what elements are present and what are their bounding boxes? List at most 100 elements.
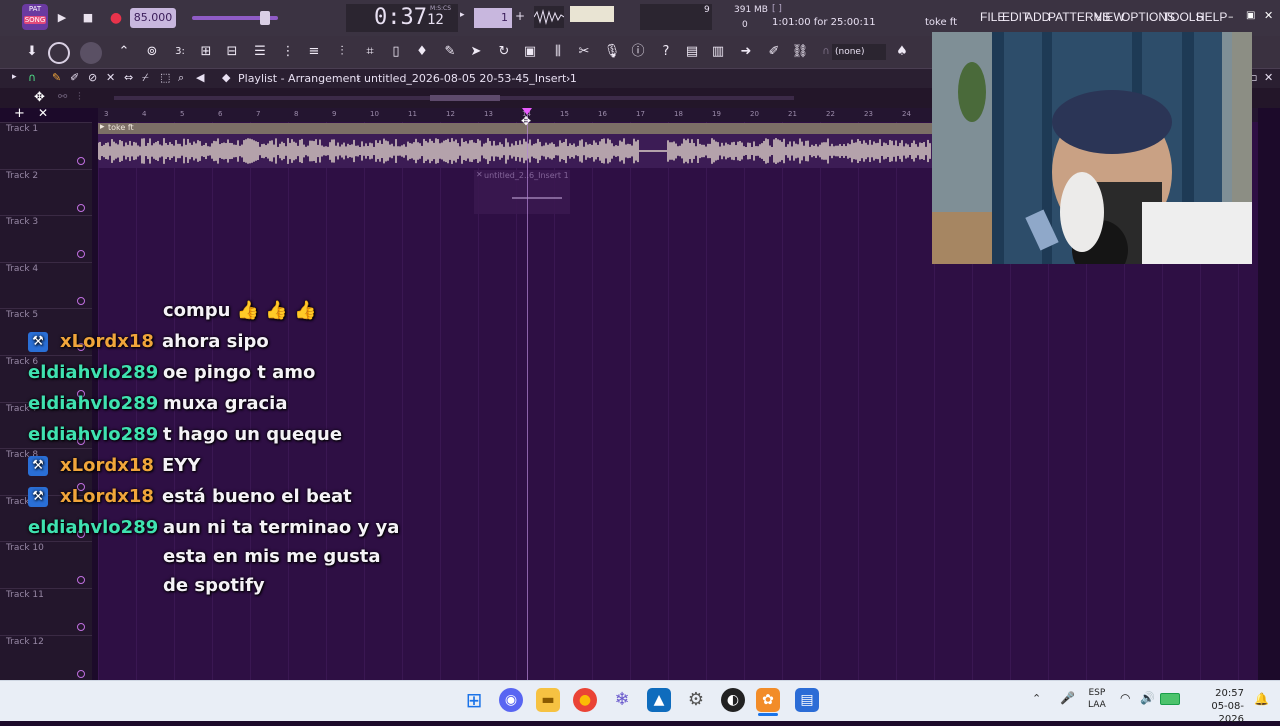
ghost-clip-close-icon[interactable]: ✕ [476, 170, 483, 179]
clip-play-icon: ▸ [100, 122, 105, 132]
slice-tool-icon[interactable]: ⌿ [142, 71, 149, 85]
sliders-icon[interactable]: ⫼ [548, 42, 568, 62]
photos-icon[interactable]: ▲ [647, 688, 671, 712]
fl-studio-icon[interactable]: ✿ [756, 688, 780, 712]
close-icon[interactable]: ✕ [1264, 9, 1273, 22]
pattern-selector[interactable]: 1 [474, 8, 512, 28]
step-edit-icon[interactable]: 3: [170, 42, 190, 62]
playlist-close-icon[interactable]: ✕ [1264, 71, 1273, 84]
channel-rack-icon[interactable]: ⋮ [278, 42, 298, 62]
stop-icon[interactable]: ■ [78, 8, 98, 28]
track-label[interactable]: Track 3 [6, 217, 38, 227]
bars-icon[interactable]: ⫶ [78, 90, 81, 104]
paint-tool-icon[interactable]: ✐ [70, 71, 79, 84]
menu-add[interactable]: ADD [1025, 10, 1050, 24]
playback-tool-icon[interactable]: ◀ [196, 71, 204, 84]
pitch-knob-icon[interactable] [80, 42, 102, 64]
link-chain-icon[interactable]: ⚯ [58, 90, 67, 103]
save-icon[interactable]: ⬇ [22, 42, 42, 62]
obs-icon[interactable]: ◐ [721, 688, 745, 712]
track-label[interactable]: Track 12 [6, 637, 44, 647]
loop-record-icon[interactable]: ⊟ [222, 42, 242, 62]
metronome-icon[interactable]: ⊚ [142, 42, 162, 62]
play-icon[interactable]: ▶ [52, 8, 72, 28]
audio-clip-body[interactable] [97, 134, 932, 168]
battery-icon[interactable] [1160, 693, 1180, 705]
remove-track-icon[interactable]: ✕ [38, 106, 48, 120]
path-arrow-icon[interactable]: › [566, 72, 570, 85]
piano-icon[interactable]: ▥ [708, 42, 728, 62]
cut-icon[interactable]: ✂ [574, 42, 594, 62]
snowflake-icon[interactable]: ❄ [610, 688, 634, 712]
discord-icon[interactable]: ◉ [499, 688, 523, 712]
language-indicator[interactable]: ESP LAA [1088, 687, 1106, 711]
refresh-icon[interactable]: ↻ [494, 42, 514, 62]
select-tool-icon[interactable]: ⬚ [160, 71, 170, 84]
menu-help[interactable]: HELP [1196, 10, 1227, 24]
arrangement-icon[interactable]: ◆ [222, 71, 230, 84]
ghost-clip[interactable]: ✕ untitled_2..6_Insert 1 [474, 170, 570, 214]
windows-start-icon[interactable]: ⊞ [462, 688, 486, 712]
track-mute-icon[interactable] [77, 157, 85, 165]
ruler-number: 7 [256, 110, 261, 118]
file-explorer-icon[interactable]: ▬ [536, 688, 560, 712]
grid-line [440, 122, 441, 680]
master-volume-knob[interactable] [260, 11, 270, 25]
playlist-icon[interactable]: ≡ [304, 42, 324, 62]
snap-select[interactable]: (none) [832, 44, 886, 60]
scrollbar-thumb[interactable] [430, 95, 500, 101]
audio-clip-header[interactable]: ▸ toke ft [98, 122, 932, 134]
wifi-icon[interactable]: ◠ [1120, 691, 1130, 705]
hat-icon[interactable]: ♠ [892, 42, 912, 62]
help-icon[interactable]: ? [656, 42, 676, 62]
bird-icon[interactable]: ➤ [466, 42, 486, 62]
volume-icon[interactable]: 🔊 [1140, 691, 1155, 705]
microphone-tray-icon[interactable]: 🎤 [1060, 691, 1075, 705]
delete-tool-icon[interactable]: ⊘ [88, 71, 97, 84]
maximize-icon[interactable]: ▣ [1246, 10, 1255, 21]
playlist-menu-arrow-icon[interactable]: ▸ [12, 72, 17, 82]
add-track-icon[interactable]: + [14, 106, 25, 121]
tempo-display[interactable]: 85.000 [130, 8, 176, 28]
routing-icon[interactable]: ⌗ [360, 42, 380, 62]
track-label[interactable]: Track 2 [6, 171, 38, 181]
record-icon[interactable]: ● [106, 8, 126, 28]
notification-bell-icon[interactable]: 🔔 [1254, 692, 1269, 706]
file-icon[interactable]: ▯ [386, 42, 406, 62]
settings-gear-icon[interactable]: ⚙ [684, 688, 708, 712]
disk-icon[interactable]: ▣ [520, 42, 540, 62]
track-mute-icon[interactable] [77, 623, 85, 631]
blend-notes-icon[interactable]: ⊞ [196, 42, 216, 62]
snap-magnet-icon[interactable]: ∩ [28, 71, 36, 84]
track-label[interactable]: Track 1 [6, 124, 38, 134]
draw-tool-icon[interactable]: ✎ [52, 71, 61, 84]
arrow-right-icon[interactable]: ➜ [736, 42, 756, 62]
system-clock[interactable]: 20:57 05-08-2026 [1192, 687, 1244, 726]
pattern-prev-icon[interactable]: ▸ [460, 10, 465, 20]
tempo-knob-icon[interactable] [48, 42, 70, 64]
brush-icon[interactable]: ✎ [440, 42, 460, 62]
link-icon[interactable]: ⛓ [790, 42, 810, 62]
track-mute-icon[interactable] [77, 203, 85, 212]
browser-icon[interactable]: ☰ [250, 42, 270, 62]
pat-song-toggle[interactable]: PAT SONG [22, 4, 48, 30]
plug-icon[interactable]: ♦ [412, 42, 432, 62]
notepad-icon[interactable]: ▤ [795, 688, 819, 712]
pencil-icon[interactable]: ✐ [764, 42, 784, 62]
tray-chevron-icon[interactable]: ⌃ [1032, 692, 1041, 705]
pattern-add-icon[interactable]: + [515, 9, 525, 23]
microphone-icon[interactable]: 🎙 [602, 42, 622, 62]
minimize-icon[interactable]: – [1228, 10, 1234, 23]
info-icon[interactable]: ⓘ [628, 42, 648, 62]
ruler-number: 18 [674, 110, 683, 118]
mixer-icon[interactable]: ⫶ [332, 42, 352, 62]
chrome-icon[interactable]: ● [573, 688, 597, 712]
move-icon[interactable]: ✥ [34, 90, 45, 105]
track-label[interactable]: Track 4 [6, 264, 38, 274]
mute-tool-icon[interactable]: ✕ [106, 71, 115, 84]
track-mute-icon[interactable] [77, 669, 85, 678]
layout-icon[interactable]: ▤ [682, 42, 702, 62]
typing-keyboard-icon[interactable]: ⌃ [114, 42, 134, 62]
zoom-tool-icon[interactable]: ⌕ [178, 71, 184, 85]
slip-tool-icon[interactable]: ⇔ [124, 71, 133, 84]
